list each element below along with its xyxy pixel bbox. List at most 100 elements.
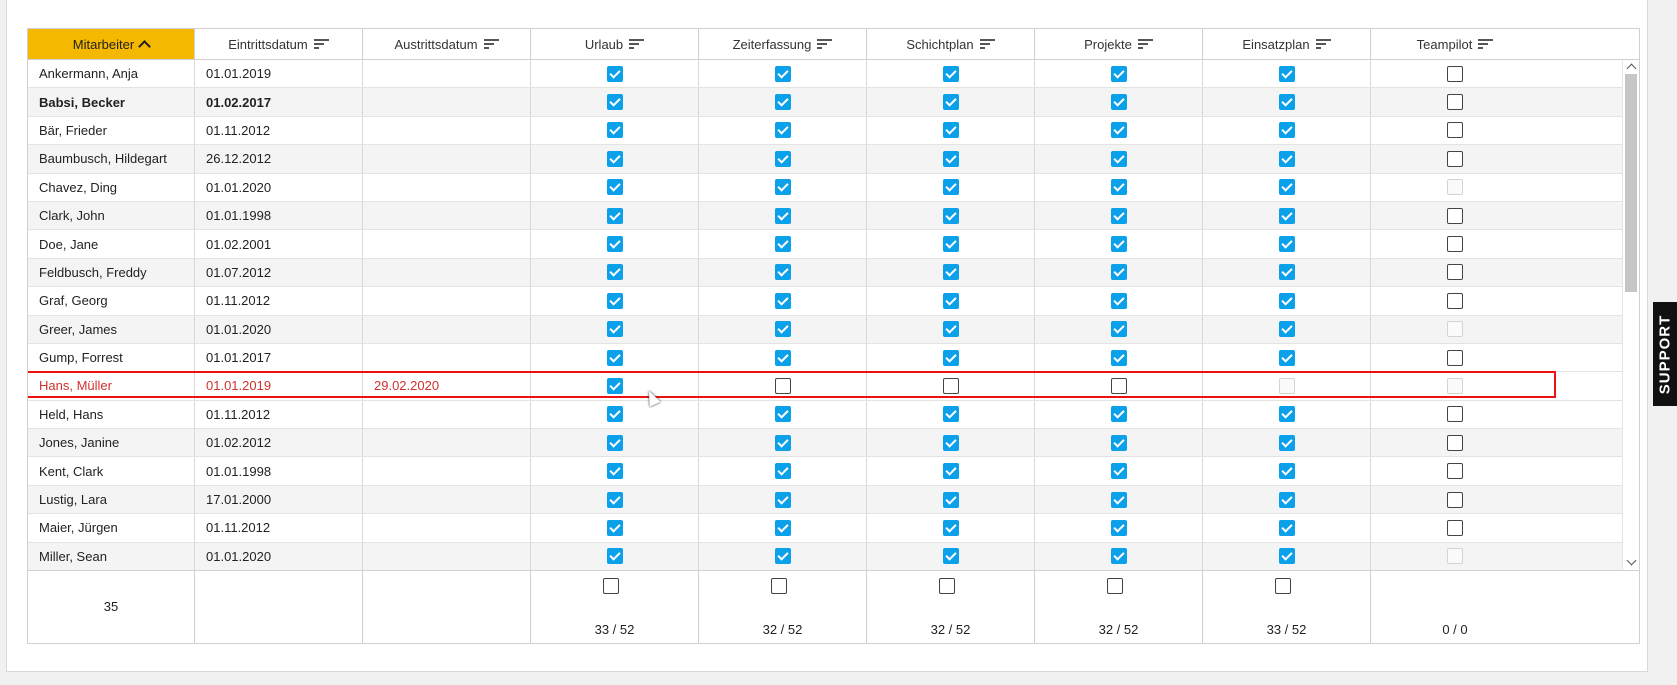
module-checkbox[interactable] [1447, 292, 1463, 309]
module-checkbox[interactable] [942, 150, 959, 167]
vertical-scrollbar[interactable] [1622, 60, 1639, 570]
module-checkbox[interactable] [942, 65, 959, 82]
module-checkbox[interactable] [606, 434, 623, 451]
module-checkbox[interactable] [774, 264, 791, 281]
module-checkbox[interactable] [606, 122, 623, 139]
employee-name[interactable]: Held, Hans [28, 400, 195, 429]
column-header-zeiterfassung[interactable]: Zeiterfassung [699, 29, 867, 59]
module-checkbox[interactable] [1110, 434, 1127, 451]
select-all-checkbox[interactable] [1107, 578, 1123, 594]
employee-name[interactable]: Ankermann, Anja [28, 60, 195, 88]
module-checkbox[interactable] [942, 519, 959, 536]
module-checkbox[interactable] [774, 179, 791, 196]
module-checkbox[interactable] [774, 406, 791, 423]
module-checkbox[interactable] [1447, 491, 1463, 508]
support-tab[interactable]: SUPPORT [1653, 302, 1677, 406]
module-checkbox[interactable] [1110, 150, 1127, 167]
module-checkbox[interactable] [1278, 65, 1295, 82]
employee-name[interactable]: Chavez, Ding [28, 173, 195, 201]
module-checkbox[interactable] [774, 150, 791, 167]
module-checkbox[interactable] [942, 321, 959, 338]
sort-icon[interactable] [313, 38, 329, 50]
module-checkbox[interactable] [606, 463, 623, 480]
module-checkbox[interactable] [942, 264, 959, 281]
module-checkbox[interactable] [774, 122, 791, 139]
employee-name[interactable]: Gump, Forrest [28, 343, 195, 372]
employee-name[interactable]: Graf, Georg [28, 287, 195, 315]
employee-name[interactable]: Clark, John [28, 201, 195, 230]
module-checkbox[interactable] [606, 264, 623, 281]
module-checkbox[interactable] [1110, 321, 1127, 338]
module-checkbox[interactable] [774, 321, 791, 338]
module-checkbox[interactable] [942, 349, 959, 366]
select-all-checkbox[interactable] [603, 578, 619, 594]
module-checkbox[interactable] [1447, 264, 1463, 281]
employee-name[interactable]: Kent, Clark [28, 457, 195, 485]
module-checkbox[interactable] [942, 434, 959, 451]
column-header-austrittsdatum[interactable]: Austrittsdatum [363, 29, 531, 59]
table-row[interactable]: Maier, Jürgen 01.11.2012 [28, 514, 1639, 543]
sort-icon[interactable] [629, 38, 645, 50]
module-checkbox[interactable] [774, 434, 791, 451]
module-checkbox[interactable] [1278, 349, 1295, 366]
module-checkbox[interactable] [1110, 179, 1127, 196]
module-checkbox[interactable] [774, 377, 791, 394]
table-row[interactable]: Babsi, Becker 01.02.2017 [28, 88, 1639, 117]
employee-name[interactable]: Maier, Jürgen [28, 514, 195, 542]
module-checkbox[interactable] [942, 236, 959, 253]
module-checkbox[interactable] [606, 491, 623, 508]
module-checkbox[interactable] [1110, 519, 1127, 536]
module-checkbox[interactable] [1447, 122, 1463, 139]
scroll-down-icon[interactable] [1626, 555, 1637, 566]
module-checkbox[interactable] [1447, 519, 1463, 536]
module-checkbox[interactable] [1278, 491, 1295, 508]
module-checkbox[interactable] [1278, 179, 1295, 196]
module-checkbox[interactable] [942, 548, 959, 565]
module-checkbox[interactable] [942, 122, 959, 139]
module-checkbox[interactable] [1447, 463, 1463, 480]
module-checkbox[interactable] [1110, 377, 1127, 394]
module-checkbox[interactable] [942, 94, 959, 111]
table-row[interactable]: Gump, Forrest 01.01.2017 [28, 343, 1639, 373]
module-checkbox[interactable] [942, 491, 959, 508]
module-checkbox[interactable] [1278, 292, 1295, 309]
module-checkbox[interactable] [1278, 321, 1295, 338]
module-checkbox[interactable] [1447, 406, 1463, 423]
module-checkbox[interactable] [1278, 94, 1295, 111]
table-row[interactable]: Baumbusch, Hildegart 26.12.2012 [28, 145, 1639, 174]
table-row[interactable]: Jones, Janine 01.02.2012 [28, 429, 1639, 458]
sort-icon[interactable] [817, 38, 833, 50]
column-header-urlaub[interactable]: Urlaub [531, 29, 699, 59]
module-checkbox[interactable] [1447, 349, 1463, 366]
module-checkbox[interactable] [1278, 406, 1295, 423]
module-checkbox[interactable] [606, 406, 623, 423]
sort-icon[interactable] [1478, 38, 1494, 50]
employee-name[interactable]: Miller, Sean [28, 542, 195, 570]
module-checkbox[interactable] [606, 179, 623, 196]
module-checkbox[interactable] [1278, 207, 1295, 224]
employee-name[interactable]: Baumbusch, Hildegart [28, 145, 195, 173]
sort-icon[interactable] [483, 38, 499, 50]
table-row[interactable]: Graf, Georg 01.11.2012 [28, 287, 1639, 316]
employee-name[interactable]: Bär, Frieder [28, 116, 195, 145]
module-checkbox[interactable] [1447, 94, 1463, 111]
employee-name[interactable]: Doe, Jane [28, 230, 195, 258]
table-row[interactable]: Doe, Jane 01.02.2001 [28, 230, 1639, 259]
module-checkbox[interactable] [606, 321, 623, 338]
employee-name[interactable]: Hans, Müller [28, 372, 195, 400]
module-checkbox[interactable] [606, 349, 623, 366]
module-checkbox[interactable] [606, 65, 623, 82]
table-row[interactable]: Miller, Sean 01.01.2020 [28, 542, 1639, 570]
module-checkbox[interactable] [942, 179, 959, 196]
module-checkbox[interactable] [606, 548, 623, 565]
module-checkbox[interactable] [606, 94, 623, 111]
module-checkbox[interactable] [1110, 548, 1127, 565]
module-checkbox[interactable] [1110, 236, 1127, 253]
table-row[interactable]: Greer, James 01.01.2020 [28, 315, 1639, 344]
module-checkbox[interactable] [774, 463, 791, 480]
module-checkbox[interactable] [1110, 94, 1127, 111]
module-checkbox[interactable] [606, 150, 623, 167]
module-checkbox[interactable] [606, 519, 623, 536]
module-checkbox[interactable] [1447, 236, 1463, 253]
sort-icon[interactable] [979, 38, 995, 50]
